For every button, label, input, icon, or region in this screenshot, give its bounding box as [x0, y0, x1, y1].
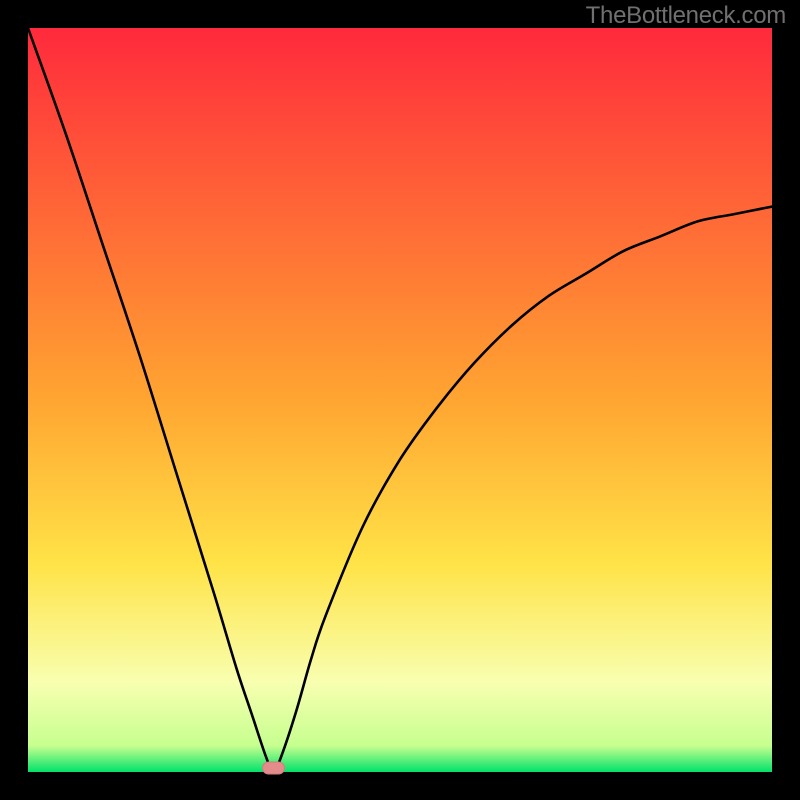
plot-area [28, 28, 772, 772]
watermark-text: TheBottleneck.com [586, 2, 786, 30]
bottleneck-chart [0, 0, 800, 800]
balance-marker [263, 762, 285, 774]
chart-container: TheBottleneck.com [0, 0, 800, 800]
